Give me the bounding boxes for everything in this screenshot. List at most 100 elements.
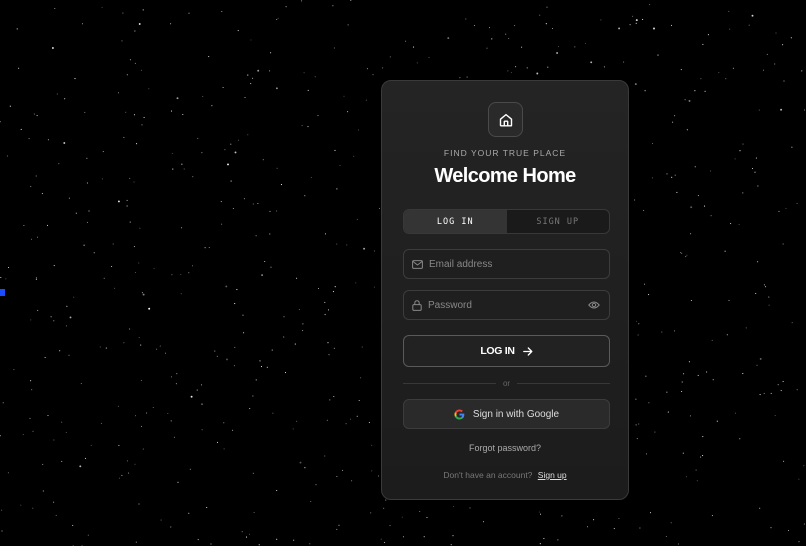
star	[729, 28, 731, 30]
star	[191, 265, 194, 267]
star	[586, 526, 589, 528]
star	[249, 408, 251, 410]
star	[86, 221, 88, 223]
star	[634, 83, 637, 86]
star	[1, 509, 3, 511]
star	[247, 74, 249, 76]
star	[126, 74, 128, 76]
star	[694, 166, 696, 168]
star	[152, 406, 154, 409]
star	[309, 543, 311, 545]
auth-tabs: LOG IN SIGN UP	[403, 209, 610, 234]
tab-sign-up[interactable]: SIGN UP	[507, 210, 610, 233]
star	[651, 177, 653, 179]
star	[690, 233, 692, 235]
star	[681, 381, 683, 383]
star	[252, 395, 254, 397]
star	[261, 274, 264, 277]
star	[357, 129, 360, 131]
star	[510, 72, 512, 74]
star	[68, 197, 70, 199]
star	[189, 468, 191, 470]
star	[759, 357, 762, 360]
star	[68, 354, 70, 356]
home-icon	[499, 113, 512, 126]
star	[80, 383, 82, 385]
password-field[interactable]	[403, 290, 610, 320]
star	[775, 32, 777, 34]
star	[74, 78, 76, 80]
star	[285, 6, 287, 8]
email-field[interactable]	[403, 249, 610, 279]
star	[700, 78, 702, 80]
star	[732, 67, 734, 69]
star	[703, 205, 706, 207]
star	[697, 195, 699, 197]
star	[216, 441, 219, 443]
star	[707, 34, 709, 36]
star	[382, 67, 384, 69]
star	[230, 143, 232, 145]
star	[600, 19, 602, 21]
star	[521, 46, 523, 48]
star	[202, 95, 204, 97]
star	[125, 111, 127, 113]
star	[230, 180, 232, 182]
email-input[interactable]	[429, 258, 579, 270]
star	[774, 63, 776, 65]
star	[336, 243, 338, 245]
star	[201, 403, 203, 406]
star	[796, 202, 798, 204]
star	[180, 273, 182, 276]
star	[276, 18, 278, 21]
star	[657, 54, 659, 56]
star	[252, 77, 254, 79]
star	[347, 111, 349, 113]
star	[171, 274, 173, 276]
star	[676, 191, 678, 193]
star	[370, 512, 372, 514]
login-button[interactable]: LOG IN	[403, 335, 610, 367]
star	[188, 12, 190, 14]
star	[758, 109, 760, 111]
star	[782, 44, 784, 46]
star	[796, 389, 798, 391]
star	[133, 246, 135, 248]
star	[47, 414, 49, 417]
password-input[interactable]	[428, 299, 578, 311]
star	[768, 296, 770, 298]
star	[216, 355, 218, 357]
star	[65, 431, 67, 433]
star	[245, 536, 248, 538]
star	[334, 286, 336, 288]
tab-log-in[interactable]: LOG IN	[404, 210, 507, 233]
star	[37, 309, 39, 311]
eye-icon[interactable]	[588, 300, 600, 310]
star	[324, 455, 326, 457]
star	[139, 227, 141, 229]
star	[672, 121, 674, 123]
star	[671, 176, 673, 178]
star	[638, 323, 640, 325]
star	[86, 182, 88, 184]
signup-link[interactable]: Sign up	[538, 470, 567, 480]
star	[742, 143, 744, 145]
star	[366, 68, 368, 70]
star	[20, 504, 22, 506]
star	[196, 389, 198, 391]
star	[654, 431, 656, 433]
star	[252, 203, 254, 205]
star	[47, 139, 49, 141]
star	[264, 260, 266, 263]
star	[728, 10, 730, 12]
star	[543, 537, 545, 540]
forgot-password-link[interactable]: Forgot password?	[382, 443, 628, 453]
star	[188, 512, 190, 514]
star	[514, 25, 516, 27]
star	[748, 24, 750, 26]
google-signin-button[interactable]: Sign in with Google	[403, 399, 610, 429]
star	[134, 415, 137, 417]
star	[247, 134, 249, 136]
star	[613, 528, 615, 530]
star	[117, 200, 120, 203]
